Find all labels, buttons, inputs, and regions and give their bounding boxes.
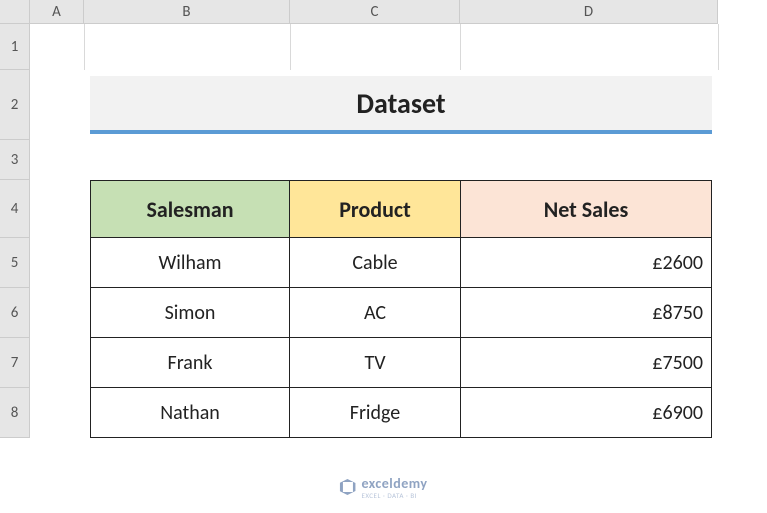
watermark: exceldemy EXCEL · DATA · BI xyxy=(339,475,427,499)
row-header-6[interactable]: 6 xyxy=(0,288,30,338)
col-header-C[interactable]: C xyxy=(290,0,460,24)
cell-salesman[interactable]: Frank xyxy=(90,337,290,388)
watermark-sub: EXCEL · DATA · BI xyxy=(361,492,427,499)
cell-netsales[interactable]: £7500 xyxy=(460,337,712,388)
row-header-7[interactable]: 7 xyxy=(0,338,30,388)
cell-netsales[interactable]: £2600 xyxy=(460,237,712,288)
row-header-3[interactable]: 3 xyxy=(0,140,30,180)
gridline xyxy=(290,24,291,70)
watermark-brand: exceldemy xyxy=(361,475,427,492)
select-all-corner[interactable] xyxy=(0,0,30,24)
gridline xyxy=(718,24,719,70)
gridline xyxy=(84,24,85,70)
cell-salesman[interactable]: Nathan xyxy=(90,387,290,438)
col-header-D[interactable]: D xyxy=(460,0,718,24)
cell-product[interactable]: Fridge xyxy=(289,387,461,438)
cell-netsales[interactable]: £6900 xyxy=(460,387,712,438)
page-title[interactable]: Dataset xyxy=(90,76,712,134)
exceldemy-logo-icon xyxy=(339,479,355,495)
row-header-4[interactable]: 4 xyxy=(0,180,30,238)
cell-salesman[interactable]: Simon xyxy=(90,287,290,338)
row-header-1[interactable]: 1 xyxy=(0,24,30,70)
spreadsheet-area: A B C D 1 2 3 4 5 6 7 8 Dataset Salesman… xyxy=(0,0,767,513)
col-header-B[interactable]: B xyxy=(84,0,290,24)
row-header-2[interactable]: 2 xyxy=(0,70,30,140)
cell-product[interactable]: AC xyxy=(289,287,461,338)
cell-product[interactable]: Cable xyxy=(289,237,461,288)
header-netsales[interactable]: Net Sales xyxy=(460,180,712,238)
header-salesman[interactable]: Salesman xyxy=(90,180,290,238)
cell-product[interactable]: TV xyxy=(289,337,461,388)
cell-netsales[interactable]: £8750 xyxy=(460,287,712,338)
row-header-5[interactable]: 5 xyxy=(0,238,30,288)
row-header-8[interactable]: 8 xyxy=(0,388,30,438)
header-product[interactable]: Product xyxy=(289,180,461,238)
cell-salesman[interactable]: Wilham xyxy=(90,237,290,288)
col-header-A[interactable]: A xyxy=(30,0,84,24)
gridline xyxy=(460,24,461,70)
